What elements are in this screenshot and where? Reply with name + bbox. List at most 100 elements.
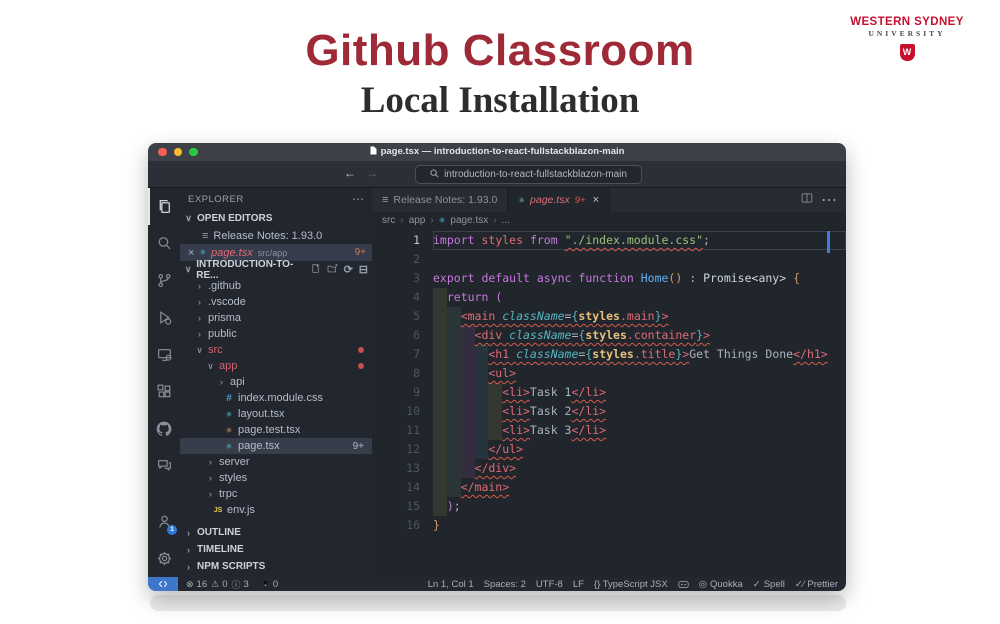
code-line-12[interactable]: 12 </ul> [372,440,846,459]
copilot-icon[interactable] [678,580,689,589]
settings-gear-icon[interactable] [148,540,180,577]
back-arrow-icon[interactable]: ← [344,166,356,180]
tree-item-prisma[interactable]: › prisma [180,310,372,326]
code-line-4[interactable]: 4 return ( [372,288,846,307]
eol-indicator[interactable]: LF [573,579,584,590]
code-line-11[interactable]: 11 <li>Task 3</li> [372,421,846,440]
indentation-indicator[interactable]: Spaces: 2 [484,579,526,590]
tab-page-tsx[interactable]: ✳ page.tsx 9+ × [508,188,611,212]
code-line-15[interactable]: 15); [372,497,846,516]
code-line-16[interactable]: 16} [372,516,846,535]
language-mode-indicator[interactable]: {} TypeScript JSX [594,579,668,590]
split-editor-icon[interactable] [801,191,813,209]
accounts-icon[interactable]: 1 [148,503,180,540]
explorer-menu-icon[interactable]: ⋯ [352,192,364,206]
spell-status[interactable]: ✓ Spell [753,579,785,590]
search-input[interactable]: introduction-to-react-fullstackblazon-ma… [415,165,642,184]
warning-icon: ⚠ [211,578,220,589]
tab-release-notes[interactable]: ≡ Release Notes: 1.93.0 [372,188,509,212]
line-col-indicator[interactable]: Ln 1, Col 1 [428,579,474,590]
logo-line1: WESTERN SYDNEY [850,16,964,28]
problems-errors[interactable]: ⊗ 16 [186,579,207,590]
tree-item-page.tsx[interactable]: ✳ page.tsx 9+ [180,438,372,454]
tree-item-env.js[interactable]: JS env.js [180,502,372,518]
chevron-right-icon: › [187,527,190,538]
tree-item-styles[interactable]: › styles [180,470,372,486]
github-icon[interactable] [148,410,180,447]
logo-shield-icon: W [899,44,915,61]
code-line-10[interactable]: 10 <li>Task 2</li> [372,402,846,421]
refresh-icon[interactable]: ⟳ [344,263,353,276]
chevron-right-icon: › [209,457,212,467]
new-folder-icon[interactable] [327,263,338,277]
explorer-icon[interactable] [148,188,180,225]
line-number: 12 [406,442,420,456]
code-line-3[interactable]: 3 export default async function Home() : … [372,269,846,288]
open-editors-section[interactable]: ∨ OPEN EDITORS [180,210,372,227]
tree-item-label: app [219,360,238,372]
chevron-right-icon: › [198,281,201,291]
section-npm-scripts[interactable]: › NPM SCRIPTS [180,558,372,575]
close-tab-icon[interactable]: × [593,194,599,206]
new-file-icon[interactable] [310,263,321,277]
remote-indicator[interactable] [148,577,178,591]
activity-bar: 1 [148,188,180,577]
code-line-5[interactable]: 5 <main className={styles.main}> [372,307,846,326]
extensions-icon[interactable] [148,373,180,410]
prettier-status[interactable]: ✓∕ Prettier [795,579,838,590]
run-debug-icon[interactable] [148,299,180,336]
close-icon[interactable]: × [188,247,194,259]
code-line-8[interactable]: 8 <ul> [372,364,846,383]
code-line-2[interactable]: 2 [372,250,846,269]
window-title: page.tsx — introduction-to-react-fullsta… [148,146,846,158]
tree-item-server[interactable]: › server [180,454,372,470]
tree-item-layout.tsx[interactable]: ✳ layout.tsx [180,406,372,422]
search-sidebar-icon[interactable] [148,225,180,262]
code-area[interactable]: 1 import styles from "./index.module.css"… [372,229,846,577]
code-line-14[interactable]: 14 </main> [372,478,846,497]
chevron-down-icon: ∨ [184,264,192,274]
code-line-7[interactable]: 7 <h1 className={styles.title}>Get Things… [372,345,846,364]
problems-infos[interactable]: ⓘ 3 [232,578,249,591]
tree-item-label: styles [219,472,248,484]
tree-item-.github[interactable]: › .github [180,278,372,294]
code-line-9[interactable]: 9 <li>Task 1</li> [372,383,846,402]
code-line-1[interactable]: 1 import styles from "./index.module.css"… [372,231,846,250]
slide: Github Classroom Local Installation WEST… [0,0,1000,624]
project-section-header[interactable]: ∨ INTRODUCTION-TO-RE... ⟳ ⊟ [180,259,372,281]
tree-item-app[interactable]: ∨ app [180,358,372,374]
comments-icon[interactable] [148,447,180,484]
code-line-13[interactable]: 13 </div> [372,459,846,478]
quokka-status[interactable]: ◎ Quokka [699,579,743,590]
tree-item-page.test.tsx[interactable]: ✳ page.test.tsx [180,422,372,438]
tab-bar: ≡ Release Notes: 1.93.0 ✳ page.tsx 9+ × … [372,188,846,212]
tree-item-src[interactable]: ∨ src [180,342,372,358]
ports-indicator[interactable]: 0 [261,579,278,590]
code-line-6[interactable]: 6 <div className={styles.container}> [372,326,846,345]
tree-item-label: env.js [227,504,255,516]
problems-warnings[interactable]: ⚠ 0 [211,579,227,590]
collapse-all-icon[interactable]: ⊟ [359,263,368,276]
source-control-icon[interactable] [148,262,180,299]
open-editor-release-notes[interactable]: ≡ Release Notes: 1.93.0 [180,227,372,244]
section-timeline[interactable]: › TIMELINE [180,541,372,558]
tree-item-api[interactable]: › api [180,374,372,390]
window-titlebar: page.tsx — introduction-to-react-fullsta… [148,143,846,161]
tree-item-public[interactable]: › public [180,326,372,342]
line-number: 9 [413,385,420,399]
remote-explorer-icon[interactable] [148,336,180,373]
js-icon: JS [213,506,223,514]
scrollbar-indicator[interactable] [827,231,830,253]
forward-arrow-icon[interactable]: → [366,166,378,180]
hash-icon: # [226,392,232,404]
react-file-icon: ✳ [199,248,207,257]
encoding-indicator[interactable]: UTF-8 [536,579,563,590]
tree-item-trpc[interactable]: › trpc [180,486,372,502]
tree-item-.vscode[interactable]: › .vscode [180,294,372,310]
editor-more-actions-icon[interactable]: ⋯ [821,190,837,210]
breadcrumb[interactable]: src › app › ✳ page.tsx › ... [372,212,846,229]
info-icon: ⓘ [231,579,241,590]
section-outline[interactable]: › OUTLINE [180,524,372,541]
tree-item-index.module.css[interactable]: # index.module.css [180,390,372,406]
search-icon [430,168,439,181]
